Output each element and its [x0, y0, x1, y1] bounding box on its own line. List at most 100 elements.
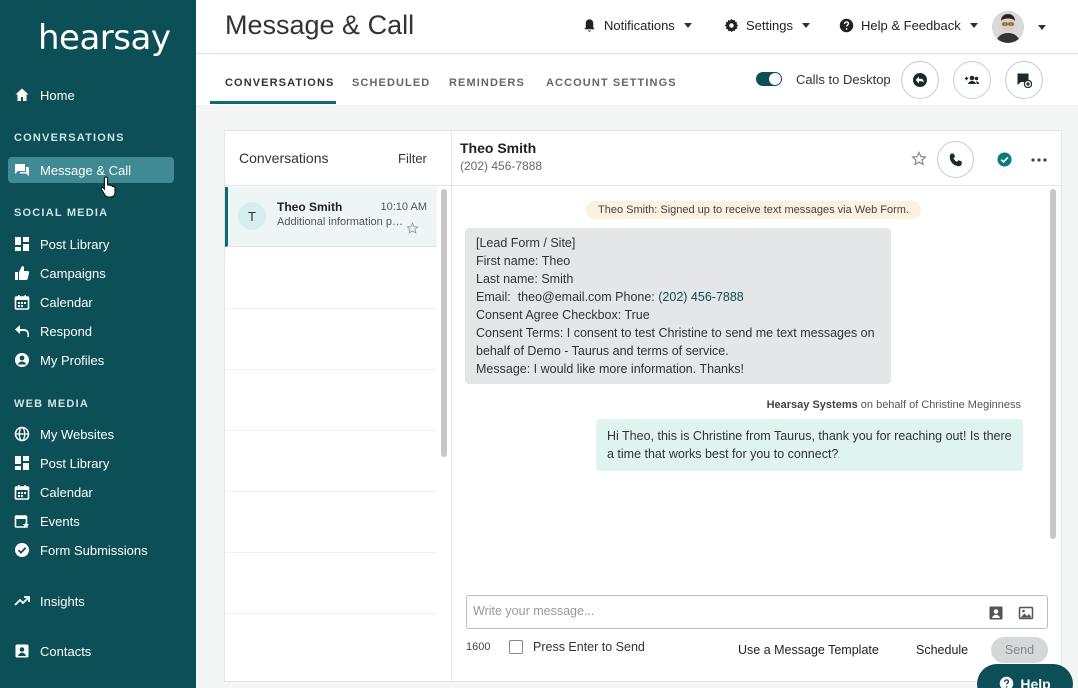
help-circle-icon — [839, 18, 854, 33]
add-group-icon — [964, 75, 980, 84]
message-line: Message: I would like more information. … — [476, 362, 744, 376]
user-photo-icon — [992, 11, 1024, 43]
press-enter-label: Press Enter to Send — [533, 640, 645, 654]
sender-suffix: on behalf of Christine Meginness — [860, 399, 1021, 411]
sidebar-item-campaigns[interactable]: Campaigns — [8, 260, 174, 286]
account-menu-chevron-icon[interactable] — [1038, 25, 1046, 30]
tab-account-settings[interactable]: ACCOUNT SETTINGS — [546, 77, 677, 89]
phone-link[interactable]: (202) 456-7888 — [658, 290, 743, 304]
sidebar-item-label: My Websites — [40, 426, 115, 442]
contact-card-icon[interactable] — [988, 605, 1004, 621]
sidebar: hearsay Home CONVERSATIONS Message & Cal… — [0, 0, 196, 688]
check-circle-icon — [15, 543, 29, 557]
thumbs-up-icon — [15, 266, 30, 280]
message-input[interactable] — [473, 604, 963, 618]
calls-to-desktop-toggle[interactable] — [756, 72, 782, 86]
filter-button[interactable]: Filter — [398, 151, 427, 166]
section-web-media: WEB MEDIA — [14, 398, 89, 410]
sidebar-item-label: Post Library — [40, 455, 110, 471]
settings-menu[interactable]: Settings — [724, 18, 810, 33]
sidebar-item-label: Campaigns — [40, 265, 106, 281]
contacts-icon — [15, 644, 29, 658]
reply-arrow-icon — [913, 73, 927, 87]
sidebar-item-contacts[interactable]: Contacts — [8, 638, 174, 664]
active-tab-indicator — [210, 101, 336, 104]
message-template-button[interactable]: Use a Message Template — [738, 643, 879, 657]
conversations-panel: Conversations Filter T Theo Smith 10:10 … — [224, 130, 452, 682]
star-icon[interactable] — [406, 222, 419, 235]
sidebar-item-label: Form Submissions — [40, 542, 148, 558]
chevron-down-icon — [683, 23, 692, 28]
grid-icon — [15, 237, 29, 251]
message-line: Consent Agree Checkbox: True — [476, 308, 650, 322]
sidebar-item-label: Insights — [40, 593, 85, 609]
grid-icon — [15, 456, 29, 470]
section-conversations: CONVERSATIONS — [14, 132, 125, 144]
back-circle-button[interactable] — [901, 61, 939, 99]
notifications-menu[interactable]: Notifications — [582, 18, 692, 33]
sidebar-item-web-post-library[interactable]: Post Library — [8, 450, 174, 476]
check-circle-icon[interactable] — [997, 152, 1012, 167]
sidebar-item-home[interactable]: Home — [8, 82, 174, 108]
hearsay-logo[interactable]: hearsay — [38, 18, 171, 58]
contact-name: Theo Smith — [460, 140, 537, 156]
outgoing-message: Hi Theo, this is Christine from Taurus, … — [596, 419, 1023, 471]
more-horizontal-icon[interactable] — [1030, 152, 1048, 168]
sidebar-item-my-websites[interactable]: My Websites — [8, 421, 174, 447]
character-count: 1600 — [466, 641, 491, 653]
sidebar-item-events[interactable]: Events — [8, 508, 174, 534]
message-line: Email: theo@email.com Phone: (202) 456-7… — [476, 288, 880, 306]
message-thread-panel: Theo Smith (202) 456-7888 Theo Smith: Si… — [452, 130, 1062, 682]
page-title: Message & Call — [225, 10, 415, 40]
new-chat-icon — [1017, 73, 1032, 88]
conversation-item[interactable]: T Theo Smith 10:10 AM Additional informa… — [225, 187, 437, 247]
sidebar-item-label: Events — [40, 513, 80, 529]
help-circle-icon — [1000, 676, 1014, 688]
thread-scrollbar[interactable] — [1050, 189, 1056, 539]
message-composer — [466, 595, 1048, 629]
empty-conversation-rows — [225, 248, 437, 614]
sidebar-item-label: My Profiles — [40, 352, 105, 368]
conversation-time: 10:10 AM — [380, 201, 427, 213]
star-icon[interactable] — [911, 151, 927, 167]
tab-reminders[interactable]: REMINDERS — [449, 77, 525, 89]
event-icon — [14, 515, 30, 528]
globe-icon — [14, 426, 30, 442]
help-button[interactable]: Help — [977, 664, 1073, 688]
image-icon[interactable] — [1018, 605, 1034, 621]
sidebar-item-calendar[interactable]: Calendar — [8, 289, 174, 315]
chevron-down-icon — [969, 23, 978, 28]
incoming-message: [Lead Form / Site] First name: Theo Last… — [465, 228, 891, 384]
sidebar-item-my-profiles[interactable]: My Profiles — [8, 347, 174, 373]
profile-icon — [15, 353, 29, 367]
outgoing-sender-line: Hearsay Systems on behalf of Christine M… — [767, 399, 1021, 411]
schedule-button[interactable]: Schedule — [916, 643, 968, 657]
sidebar-item-respond[interactable]: Respond — [8, 318, 174, 344]
send-button[interactable]: Send — [991, 637, 1048, 663]
mouse-pointer-icon — [100, 176, 116, 198]
sidebar-item-message-call[interactable]: Message & Call — [8, 157, 174, 183]
settings-label: Settings — [746, 18, 793, 33]
press-enter-checkbox[interactable] — [509, 640, 523, 654]
notifications-label: Notifications — [604, 18, 675, 33]
tab-scheduled[interactable]: SCHEDULED — [352, 77, 430, 89]
tab-conversations[interactable]: CONVERSATIONS — [225, 77, 334, 89]
sidebar-item-label: Home — [40, 87, 75, 103]
new-message-button[interactable] — [1005, 61, 1043, 99]
call-button[interactable] — [937, 141, 974, 178]
contact-initial-avatar: T — [238, 202, 266, 230]
sidebar-item-form-submissions[interactable]: Form Submissions — [8, 537, 174, 563]
message-line: Last name: Smith — [476, 272, 574, 286]
help-feedback-menu[interactable]: Help & Feedback — [839, 18, 978, 33]
top-header: Message & Call Notifications Settings He… — [196, 0, 1078, 54]
sidebar-item-insights[interactable]: Insights — [8, 588, 174, 614]
sidebar-item-post-library[interactable]: Post Library — [8, 231, 174, 257]
calendar-icon — [14, 485, 30, 500]
conversations-title: Conversations — [239, 150, 329, 166]
conversations-scrollbar[interactable] — [441, 189, 447, 457]
calendar-icon — [14, 295, 30, 310]
user-avatar[interactable] — [992, 11, 1024, 43]
sidebar-item-web-calendar[interactable]: Calendar — [8, 479, 174, 505]
add-group-button[interactable] — [953, 61, 991, 99]
chevron-down-icon — [801, 23, 810, 28]
